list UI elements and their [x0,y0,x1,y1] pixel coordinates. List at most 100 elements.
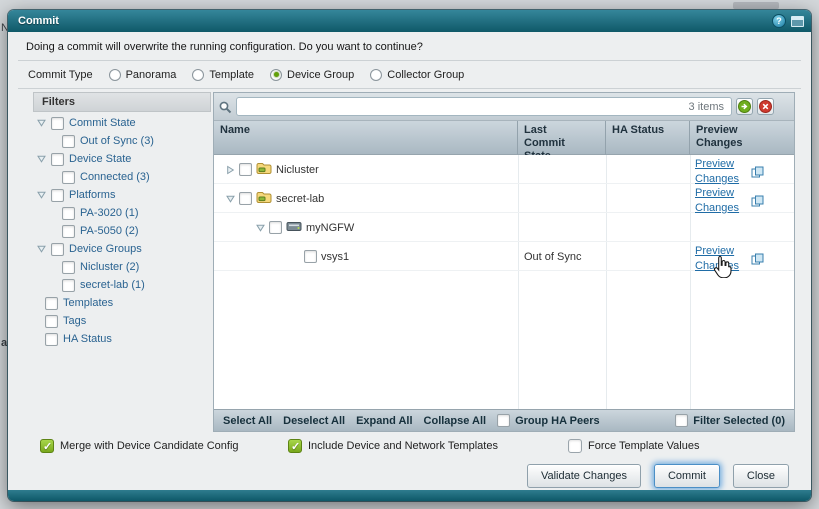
collapse-arrow-icon[interactable] [37,155,46,163]
filter-selected-option[interactable]: Filter Selected (0) [675,414,785,427]
filter-checkbox[interactable] [62,207,75,220]
table-row[interactable]: Nicluster Preview Changes [214,155,794,184]
commit-warning-message: Doing a commit will overwrite the runnin… [26,41,423,53]
grid-search-bar: 3 items [214,93,794,121]
radio-option-panorama[interactable]: Panorama [109,69,177,81]
row-checkbox[interactable] [239,192,252,205]
merge-device-candidate-checkbox[interactable] [40,439,54,453]
validate-changes-button[interactable]: Validate Changes [527,464,641,488]
filter-item-pa-3020[interactable]: PA-3020 (1) [33,204,211,222]
row-checkbox[interactable] [239,163,252,176]
radio-device-group[interactable] [270,69,282,81]
commit-button[interactable]: Commit [654,464,720,488]
filter-label: HA Status [63,333,112,345]
filter-item-connected[interactable]: Connected (3) [33,168,211,186]
close-button[interactable]: Close [733,464,789,488]
filter-group-platforms[interactable]: Platforms [33,186,211,204]
commit-type-section: Commit Type Panorama Template Device Gro… [18,60,801,89]
preview-changes-icon[interactable] [751,195,764,210]
filter-checkbox[interactable] [51,189,64,202]
option-label: Merge with Device Candidate Config [60,440,239,452]
filter-label: PA-5050 (2) [80,225,139,237]
collapse-arrow-icon[interactable] [226,195,235,203]
filter-item-ha-status[interactable]: HA Status [33,330,211,348]
expand-arrow-icon[interactable] [226,166,235,174]
filter-checkbox[interactable] [51,117,64,130]
table-row[interactable]: secret-lab Preview Changes [214,184,794,213]
filter-checkbox[interactable] [62,171,75,184]
grid-header: Name Last Commit State HA Status Preview… [214,121,794,155]
filter-checkbox[interactable] [62,279,75,292]
radio-template[interactable] [192,69,204,81]
row-name: vsys1 [321,251,349,263]
collapse-all-button[interactable]: Collapse All [424,415,487,427]
row-checkbox[interactable] [269,221,282,234]
radio-option-device-group[interactable]: Device Group [270,69,354,81]
filter-checkbox[interactable] [62,135,75,148]
filter-item-tags[interactable]: Tags [33,312,211,330]
search-icon [218,100,232,117]
merge-device-candidate-option[interactable]: Merge with Device Candidate Config [40,439,239,453]
filter-item-secret-lab[interactable]: secret-lab (1) [33,276,211,294]
filter-label: Out of Sync (3) [80,135,154,147]
column-header-last-commit-state[interactable]: Last Commit State [518,121,606,155]
filter-checkbox[interactable] [51,243,64,256]
radio-option-collector-group[interactable]: Collector Group [370,69,464,81]
column-header-preview-changes[interactable]: Preview Changes [690,121,796,155]
filter-item-pa-5050[interactable]: PA-5050 (2) [33,222,211,240]
help-icon[interactable]: ? [772,14,786,28]
window-icon[interactable] [791,16,804,27]
filter-checkbox[interactable] [45,297,58,310]
search-input[interactable] [236,97,732,116]
group-ha-peers-option[interactable]: Group HA Peers [497,414,600,427]
radio-collector-group[interactable] [370,69,382,81]
commit-type-label: Commit Type [28,69,93,81]
preview-changes-link[interactable]: Preview Changes [695,186,747,216]
force-template-values-option[interactable]: Force Template Values [568,439,699,453]
collapse-arrow-icon[interactable] [37,191,46,199]
filter-item-templates[interactable]: Templates [33,294,211,312]
apply-filter-button[interactable] [736,98,753,115]
row-name: secret-lab [276,193,324,205]
filter-checkbox[interactable] [62,225,75,238]
preview-changes-link[interactable]: Preview Changes [695,157,747,187]
filter-checkbox[interactable] [45,315,58,328]
collapse-arrow-icon[interactable] [256,224,265,232]
include-templates-option[interactable]: Include Device and Network Templates [288,439,498,453]
radio-panorama[interactable] [109,69,121,81]
deselect-all-button[interactable]: Deselect All [283,415,345,427]
radio-option-template[interactable]: Template [192,69,254,81]
device-grid: 3 items Name Last Commit State HA Status… [213,92,795,432]
filter-group-commit-state[interactable]: Commit State [33,114,211,132]
filter-item-out-of-sync[interactable]: Out of Sync (3) [33,132,211,150]
expand-all-button[interactable]: Expand All [356,415,412,427]
filter-label: Device State [69,153,131,165]
group-ha-peers-checkbox[interactable] [497,414,510,427]
clear-filter-button[interactable] [757,98,774,115]
filter-checkbox[interactable] [45,333,58,346]
ha-status-cell [606,155,690,184]
grid-body: Nicluster Preview Changes secret-lab [214,155,794,411]
preview-changes-icon[interactable] [751,166,764,181]
collapse-arrow-icon[interactable] [37,119,46,127]
force-template-values-checkbox[interactable] [568,439,582,453]
preview-changes-link[interactable]: Preview Changes [695,244,747,274]
filter-group-device-state[interactable]: Device State [33,150,211,168]
table-row[interactable]: vsys1 Out of Sync Preview Changes [214,242,794,271]
dialog-buttons: Validate Changes Commit Close [527,464,789,488]
filter-checkbox[interactable] [51,153,64,166]
column-header-ha-status[interactable]: HA Status [606,121,690,155]
row-checkbox[interactable] [304,250,317,263]
preview-changes-icon[interactable] [751,253,764,268]
include-templates-checkbox[interactable] [288,439,302,453]
collapse-arrow-icon[interactable] [37,245,46,253]
filter-checkbox[interactable] [62,261,75,274]
select-all-button[interactable]: Select All [223,415,272,427]
commit-dialog: Commit ? Doing a commit will overwrite t… [8,10,811,501]
dialog-titlebar[interactable]: Commit ? [8,10,811,32]
filter-group-device-groups[interactable]: Device Groups [33,240,211,258]
table-row[interactable]: myNGFW [214,213,794,242]
column-header-name[interactable]: Name [214,121,518,155]
filter-selected-checkbox[interactable] [675,414,688,427]
filter-item-nicluster[interactable]: Nicluster (2) [33,258,211,276]
